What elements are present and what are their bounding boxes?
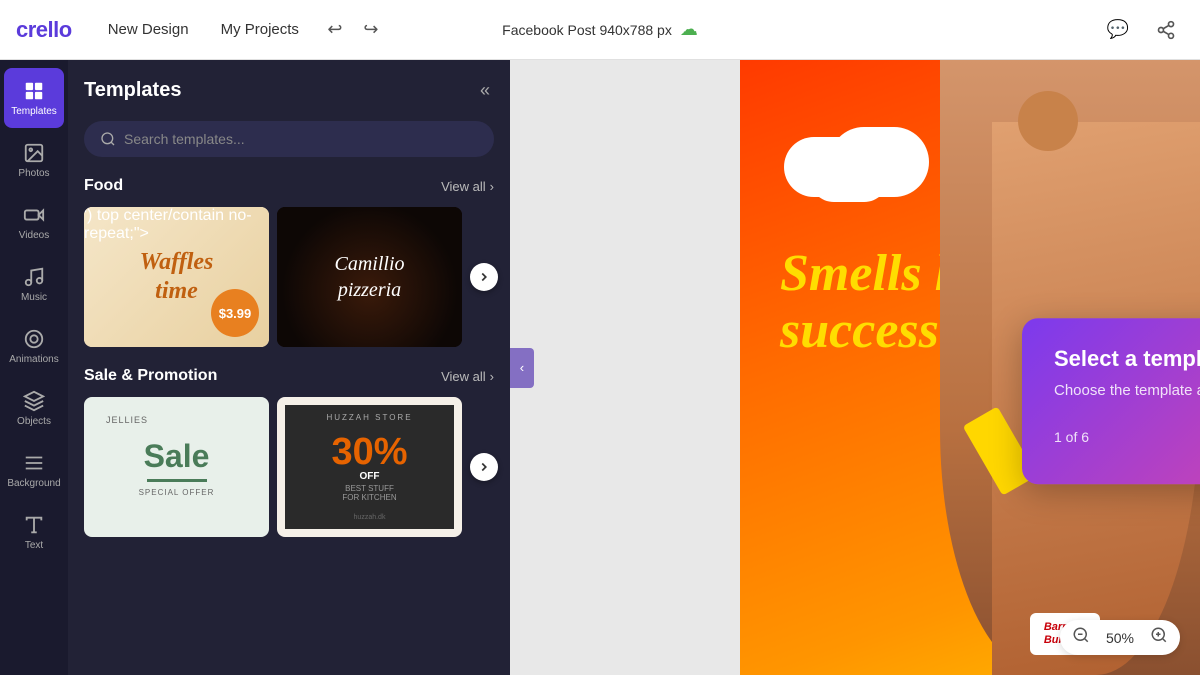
template-30off[interactable]: HUZZAH STORE 30% OFF BEST STUFFFOR KITCH… — [277, 397, 462, 537]
zoom-level: 50% — [1102, 630, 1138, 646]
sale-section: Sale & Promotion View all › JELLIES Sale — [84, 367, 494, 537]
food-next-arrow[interactable] — [470, 263, 498, 291]
sidebar-item-templates-label: Templates — [11, 106, 57, 117]
zoom-out-button[interactable] — [1072, 626, 1090, 649]
food1-price: $3.99 — [211, 289, 259, 337]
sidebar-item-templates[interactable]: Templates — [4, 68, 64, 128]
food-section-header: Food View all › — [84, 177, 494, 195]
zoom-controls: 50% — [1060, 620, 1180, 655]
new-design-link[interactable]: New Design — [96, 15, 201, 44]
popup-subtitle: Choose the template and start editing — [1054, 382, 1200, 399]
document-info: Facebook Post 940x788 px ☁ — [502, 19, 698, 40]
sidebar-item-photos[interactable]: Photos — [4, 130, 64, 190]
food-section-title: Food — [84, 177, 123, 195]
popup-counter: 1 of 6 — [1054, 429, 1089, 445]
icon-sidebar: Templates Photos Videos Music Animations… — [0, 60, 68, 675]
template-pizzeria[interactable]: Camilliopizzeria — [277, 207, 462, 347]
app-logo[interactable]: crello — [16, 17, 72, 43]
cloud-save-icon: ☁ — [680, 19, 698, 40]
sidebar-item-videos[interactable]: Videos — [4, 192, 64, 252]
cloud-decoration — [809, 152, 889, 202]
popup-title: Select a template — [1054, 346, 1200, 372]
food-template-grid-wrapper: ') top center/contain no-repeat;"> Waffl… — [84, 207, 494, 347]
food1-preview: ') top center/contain no-repeat;"> Waffl… — [84, 207, 269, 347]
food1-title: Wafflestime — [140, 248, 214, 306]
share-icon[interactable] — [1148, 12, 1184, 48]
top-navigation: crello New Design My Projects ↩ ↪ Facebo… — [0, 0, 1200, 60]
sale-section-title: Sale & Promotion — [84, 367, 217, 385]
sidebar-item-music-label: Music — [21, 292, 47, 303]
sale-template-grid-wrapper: JELLIES Sale SPECIAL OFFER HUZZAH STORE — [84, 397, 494, 537]
my-projects-link[interactable]: My Projects — [209, 15, 311, 44]
undo-redo-group: ↩ ↪ — [319, 14, 387, 46]
food2-title: Camilliopizzeria — [334, 251, 404, 303]
zoom-in-button[interactable] — [1150, 626, 1168, 649]
sidebar-item-animations-label: Animations — [9, 354, 58, 365]
sale-section-header: Sale & Promotion View all › — [84, 367, 494, 385]
sidebar-item-objects-label: Objects — [17, 416, 51, 427]
sidebar-item-videos-label: Videos — [19, 230, 49, 241]
top-right-actions: 💬 — [1100, 12, 1184, 48]
template-sale-green[interactable]: JELLIES Sale SPECIAL OFFER — [84, 397, 269, 537]
search-input[interactable] — [124, 131, 478, 147]
nav-links: New Design My Projects — [96, 15, 311, 44]
canvas-area: ‹ Smells like success 〜〜 — [510, 60, 1200, 675]
sale-view-all-button[interactable]: View all › — [441, 369, 494, 384]
chat-icon[interactable]: 💬 — [1100, 12, 1136, 48]
search-icon — [100, 131, 116, 147]
document-title: Facebook Post 940x788 px — [502, 22, 672, 38]
sale-template-grid: JELLIES Sale SPECIAL OFFER HUZZAH STORE — [84, 397, 494, 537]
sale2-preview: HUZZAH STORE 30% OFF BEST STUFFFOR KITCH… — [277, 397, 462, 537]
collapse-panel-button[interactable]: « — [476, 76, 494, 105]
undo-button[interactable]: ↩ — [319, 14, 351, 46]
select-template-popup: × Select a template Choose the template … — [1022, 318, 1200, 484]
templates-panel: Templates « Food View all › — [68, 60, 510, 675]
sidebar-item-photos-label: Photos — [18, 168, 49, 179]
sidebar-item-objects[interactable]: Objects — [4, 378, 64, 438]
sidebar-item-background[interactable]: Background — [4, 440, 64, 500]
panel-header: Templates « — [84, 76, 494, 105]
panel-title: Templates — [84, 79, 181, 102]
redo-button[interactable]: ↪ — [355, 14, 387, 46]
search-bar — [84, 121, 494, 157]
sale1-preview: JELLIES Sale SPECIAL OFFER — [84, 397, 269, 537]
food-section: Food View all › ') top center/contain no… — [84, 177, 494, 347]
food2-preview: Camilliopizzeria — [277, 207, 462, 347]
template-waffles[interactable]: ') top center/contain no-repeat;"> Waffl… — [84, 207, 269, 347]
main-layout: Templates Photos Videos Music Animations… — [0, 60, 1200, 675]
sale-next-arrow[interactable] — [470, 453, 498, 481]
food-template-grid: ') top center/contain no-repeat;"> Waffl… — [84, 207, 494, 347]
food-view-all-button[interactable]: View all › — [441, 179, 494, 194]
sidebar-item-animations[interactable]: Animations — [4, 316, 64, 376]
sidebar-item-music[interactable]: Music — [4, 254, 64, 314]
panel-scroll-left-button[interactable]: ‹ — [510, 348, 534, 388]
sidebar-item-text-label: Text — [25, 540, 43, 551]
sidebar-item-text[interactable]: Text — [4, 502, 64, 562]
popup-footer: 1 of 6 Next › — [1054, 419, 1200, 456]
sidebar-item-background-label: Background — [7, 478, 60, 489]
